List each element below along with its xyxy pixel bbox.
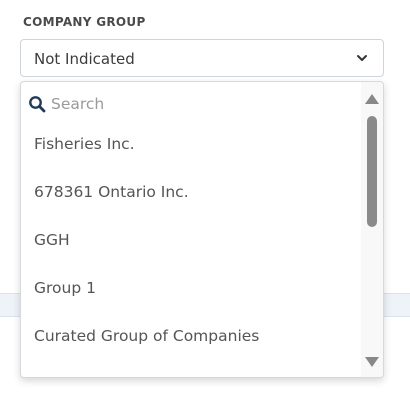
scroll-down-arrow-icon[interactable] (365, 357, 379, 367)
chevron-down-icon (357, 55, 367, 61)
search-icon (29, 96, 46, 113)
option-curated-group-of-companies[interactable]: Curated Group of Companies (21, 312, 361, 360)
options-list: Fisheries Inc. 678361 Ontario Inc. GGH G… (21, 120, 361, 360)
selected-value: Not Indicated (34, 50, 135, 68)
option-group-1[interactable]: Group 1 (21, 264, 361, 312)
option-ggh[interactable]: GGH (21, 216, 361, 264)
search-row (21, 90, 361, 118)
company-group-select[interactable]: Not Indicated (20, 39, 384, 77)
option-fisheries-inc[interactable]: Fisheries Inc. (21, 120, 361, 168)
option-678361-ontario-inc[interactable]: 678361 Ontario Inc. (21, 168, 361, 216)
scroll-up-arrow-icon[interactable] (365, 94, 379, 104)
search-input[interactable] (51, 90, 351, 118)
scrollbar[interactable] (361, 82, 383, 377)
scrollbar-thumb[interactable] (367, 116, 377, 227)
dropdown-menu: Fisheries Inc. 678361 Ontario Inc. GGH G… (20, 81, 384, 378)
company-group-label: COMPANY GROUP (23, 15, 146, 29)
